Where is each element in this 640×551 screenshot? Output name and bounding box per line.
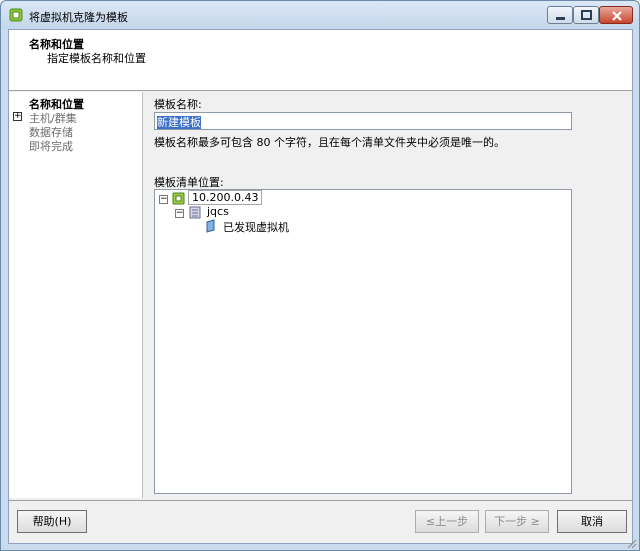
minimize-button[interactable]: [547, 6, 573, 24]
resize-grip-icon[interactable]: [625, 537, 637, 549]
tree-node-datacenter[interactable]: jqcs: [207, 205, 229, 218]
inventory-tree[interactable]: − 10.200.0.43 − jqcs 已发现虚拟机: [154, 189, 572, 494]
host-icon: [172, 192, 185, 205]
close-button[interactable]: [599, 6, 633, 24]
tree-node-host[interactable]: 10.200.0.43: [188, 190, 263, 205]
wizard-main-panel: 模板名称: 新建模板 模板名称最多可包含 80 个字符，且在每个清单文件夹中必须…: [144, 92, 632, 498]
template-name-value: 新建模板: [157, 116, 201, 129]
datacenter-icon: [189, 206, 201, 219]
wizard-window: 将虚拟机克隆为模板 名称和位置 指定模板名称和位置 名称和位置 + 主机/群集 …: [0, 0, 640, 551]
minimize-icon: [556, 17, 565, 20]
window-title: 将虚拟机克隆为模板: [29, 11, 128, 24]
wizard-client-area: 名称和位置 指定模板名称和位置 名称和位置 + 主机/群集 数据存储 即将完成 …: [8, 29, 633, 544]
template-name-input[interactable]: 新建模板: [154, 112, 572, 130]
template-name-hint: 模板名称最多可包含 80 个字符，且在每个清单文件夹中必须是唯一的。: [154, 136, 505, 149]
template-name-label: 模板名称:: [154, 98, 202, 111]
header-subtitle: 指定模板名称和位置: [47, 52, 146, 65]
vm-template-icon: [9, 8, 23, 22]
back-button[interactable]: ≤上一步: [415, 510, 479, 533]
maximize-button[interactable]: [573, 6, 599, 24]
collapse-icon[interactable]: −: [175, 209, 184, 218]
tree-node-discovered-vms[interactable]: 已发现虚拟机: [223, 219, 289, 235]
next-button[interactable]: 下一步 ≥: [485, 510, 549, 533]
step-list: 名称和位置 + 主机/群集 数据存储 即将完成: [9, 92, 143, 498]
wizard-header: 名称和位置 指定模板名称和位置: [9, 30, 632, 91]
vm-folder-icon: [206, 219, 215, 233]
maximize-icon: [581, 10, 592, 20]
title-bar[interactable]: 将虚拟机克隆为模板: [1, 1, 639, 29]
expand-icon[interactable]: +: [13, 112, 22, 121]
step-ready-to-complete[interactable]: 即将完成: [29, 138, 73, 154]
inventory-location-label: 模板清单位置:: [154, 176, 224, 189]
help-button[interactable]: 帮助(H): [17, 510, 87, 533]
footer-divider: [9, 500, 632, 501]
close-icon: [612, 11, 622, 21]
collapse-icon[interactable]: −: [159, 195, 168, 204]
cancel-button[interactable]: 取消: [557, 510, 627, 533]
